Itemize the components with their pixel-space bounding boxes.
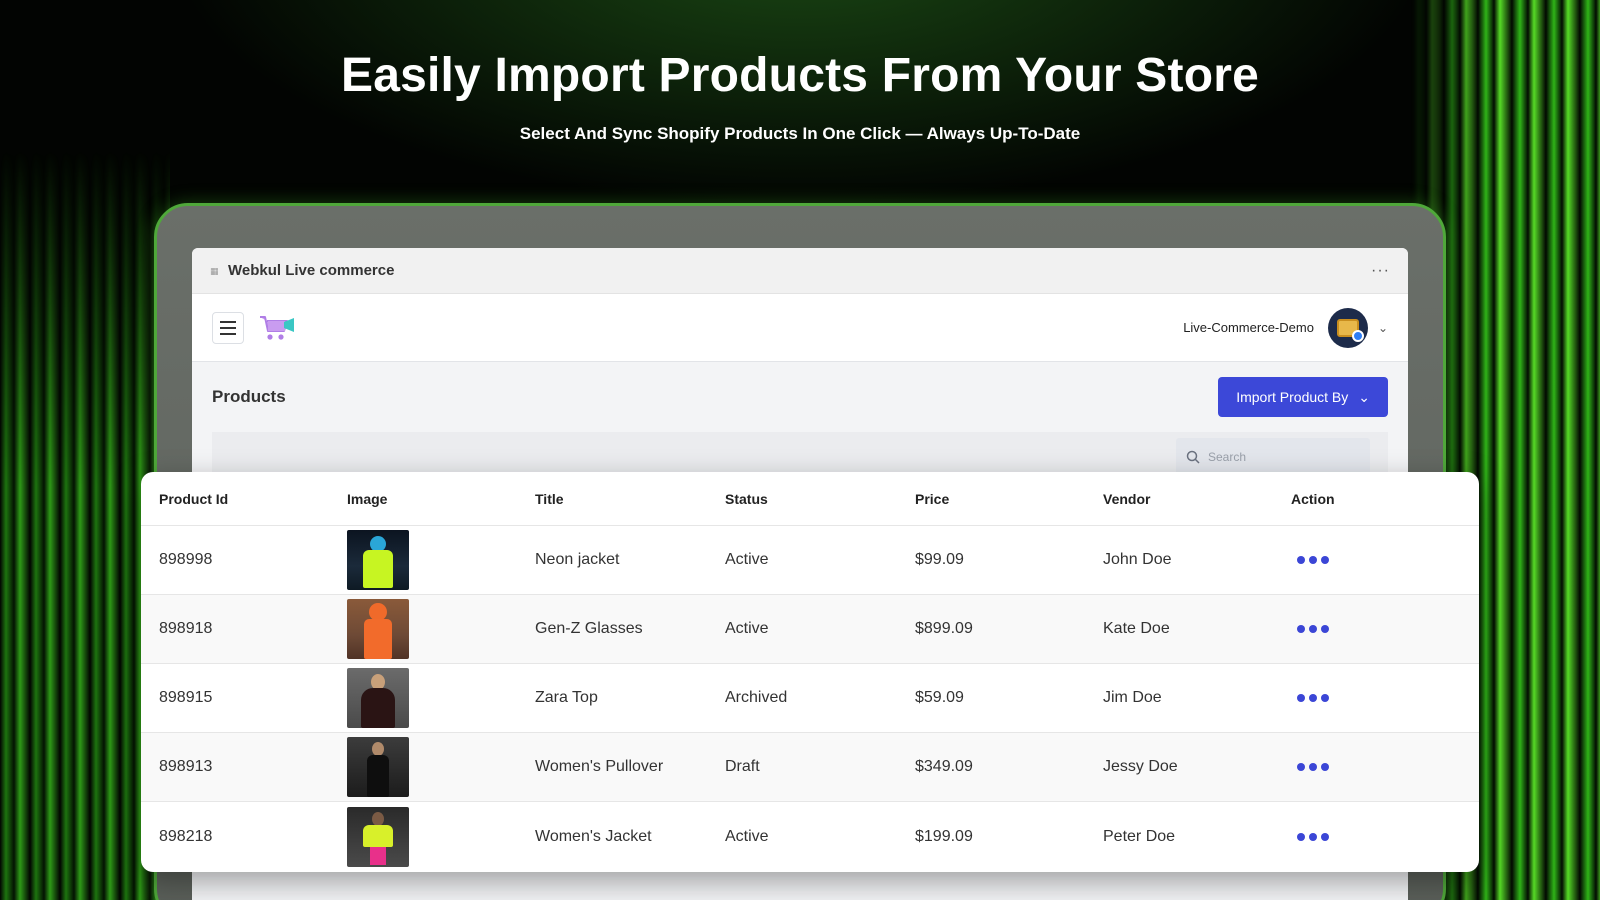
row-actions bbox=[1291, 556, 1441, 564]
table-row[interactable]: 898918 Gen-Z Glasses Active $899.09 Kate… bbox=[141, 595, 1479, 664]
product-id: 898998 bbox=[159, 551, 213, 568]
more-options-icon[interactable]: ··· bbox=[1371, 262, 1390, 280]
more-actions-icon[interactable] bbox=[1291, 625, 1441, 633]
product-status: Active bbox=[725, 620, 769, 637]
product-status: Draft bbox=[725, 758, 760, 775]
table-row[interactable]: 898915 Zara Top Archived $59.09 Jim Doe bbox=[141, 664, 1479, 733]
product-price: $199.09 bbox=[915, 827, 973, 845]
product-id: 898913 bbox=[159, 758, 213, 775]
page-title: Products bbox=[212, 387, 286, 406]
column-header-product-id[interactable]: Product Id bbox=[159, 491, 347, 507]
more-actions-icon[interactable] bbox=[1291, 832, 1441, 841]
product-vendor: John Doe bbox=[1103, 551, 1172, 568]
row-actions bbox=[1291, 832, 1441, 841]
table-header-row: Product Id Image Title Status Price Vend… bbox=[141, 472, 1479, 526]
window-title: Webkul Live commerce bbox=[228, 262, 395, 279]
store-name[interactable]: Live-Commerce-Demo bbox=[1183, 320, 1314, 335]
product-vendor: Jim Doe bbox=[1103, 689, 1162, 706]
product-title: Zara Top bbox=[535, 689, 598, 706]
product-thumbnail[interactable] bbox=[347, 599, 409, 659]
more-actions-icon[interactable] bbox=[1291, 556, 1441, 564]
product-thumbnail[interactable] bbox=[347, 668, 409, 728]
product-id: 898915 bbox=[159, 689, 213, 706]
product-image-cell bbox=[347, 668, 535, 728]
product-image-cell bbox=[347, 737, 535, 797]
product-price: $899.09 bbox=[915, 620, 973, 637]
product-vendor: Peter Doe bbox=[1103, 827, 1176, 845]
search-box[interactable] bbox=[1176, 438, 1370, 476]
product-vendor: Jessy Doe bbox=[1103, 758, 1178, 775]
product-image-cell bbox=[347, 599, 535, 659]
more-actions-icon[interactable] bbox=[1291, 694, 1441, 702]
app-header: Live-Commerce-Demo ⌄ bbox=[192, 294, 1408, 362]
column-header-image[interactable]: Image bbox=[347, 491, 535, 507]
app-favicon-icon: ▦ bbox=[210, 265, 219, 276]
table-row[interactable]: 898913 Women's Pullover Draft $349.09 Je… bbox=[141, 733, 1479, 802]
product-vendor: Kate Doe bbox=[1103, 620, 1170, 637]
hero-subtitle: Select And Sync Shopify Products In One … bbox=[519, 124, 1081, 143]
product-image-cell bbox=[347, 806, 535, 867]
hamburger-line-icon bbox=[220, 320, 236, 323]
product-title: Neon jacket bbox=[535, 551, 620, 568]
product-title: Gen-Z Glasses bbox=[535, 620, 643, 637]
shopping-cart-camera-logo-icon bbox=[258, 313, 296, 343]
row-actions bbox=[1291, 694, 1441, 702]
store-avatar[interactable] bbox=[1327, 307, 1368, 348]
import-product-by-button[interactable]: Import Product By ⌄ bbox=[1218, 377, 1388, 417]
column-header-title[interactable]: Title bbox=[535, 491, 725, 507]
products-header: Products Import Product By ⌄ bbox=[192, 362, 1408, 432]
products-table: Product Id Image Title Status Price Vend… bbox=[141, 472, 1479, 872]
product-status: Active bbox=[725, 551, 769, 568]
product-title: Women's Jacket bbox=[535, 827, 652, 845]
column-header-vendor[interactable]: Vendor bbox=[1103, 491, 1291, 507]
product-thumbnail[interactable] bbox=[347, 737, 409, 797]
product-title: Women's Pullover bbox=[535, 758, 664, 775]
product-price: $99.09 bbox=[915, 551, 964, 568]
more-actions-icon[interactable] bbox=[1291, 763, 1441, 771]
product-image-cell bbox=[347, 530, 535, 590]
search-icon bbox=[1186, 450, 1200, 464]
product-status: Archived bbox=[725, 689, 788, 706]
search-input[interactable] bbox=[1208, 450, 1358, 464]
hamburger-line-icon bbox=[220, 326, 236, 329]
product-thumbnail[interactable] bbox=[347, 530, 409, 590]
row-actions bbox=[1291, 625, 1441, 633]
product-id: 898918 bbox=[159, 620, 213, 637]
column-header-action: Action bbox=[1291, 490, 1335, 507]
column-header-status[interactable]: Status bbox=[725, 491, 915, 507]
table-row[interactable]: 898998 Neon jacket Active $99.09 John Do… bbox=[141, 526, 1479, 595]
product-thumbnail[interactable] bbox=[347, 806, 409, 867]
product-id: 898218 bbox=[159, 827, 213, 845]
row-actions bbox=[1291, 763, 1441, 771]
chevron-down-icon: ⌄ bbox=[1358, 388, 1370, 405]
product-price: $349.09 bbox=[915, 758, 973, 775]
import-button-label: Import Product By bbox=[1236, 389, 1349, 405]
product-price: $59.09 bbox=[915, 689, 964, 706]
product-status: Active bbox=[725, 827, 769, 845]
hero-title: Easily Import Products From Your Store bbox=[340, 49, 1259, 102]
hamburger-menu-button[interactable] bbox=[212, 311, 244, 344]
column-header-price[interactable]: Price bbox=[915, 491, 1103, 507]
table-row[interactable]: 898218 Women's Jacket Active $199.09 Pet… bbox=[141, 802, 1479, 871]
verified-badge-icon bbox=[1351, 329, 1364, 342]
hamburger-line-icon bbox=[220, 332, 236, 335]
account-chevron-down-icon[interactable]: ⌄ bbox=[1378, 321, 1388, 335]
window-titlebar: ▦ Webkul Live commerce ··· bbox=[192, 248, 1408, 294]
